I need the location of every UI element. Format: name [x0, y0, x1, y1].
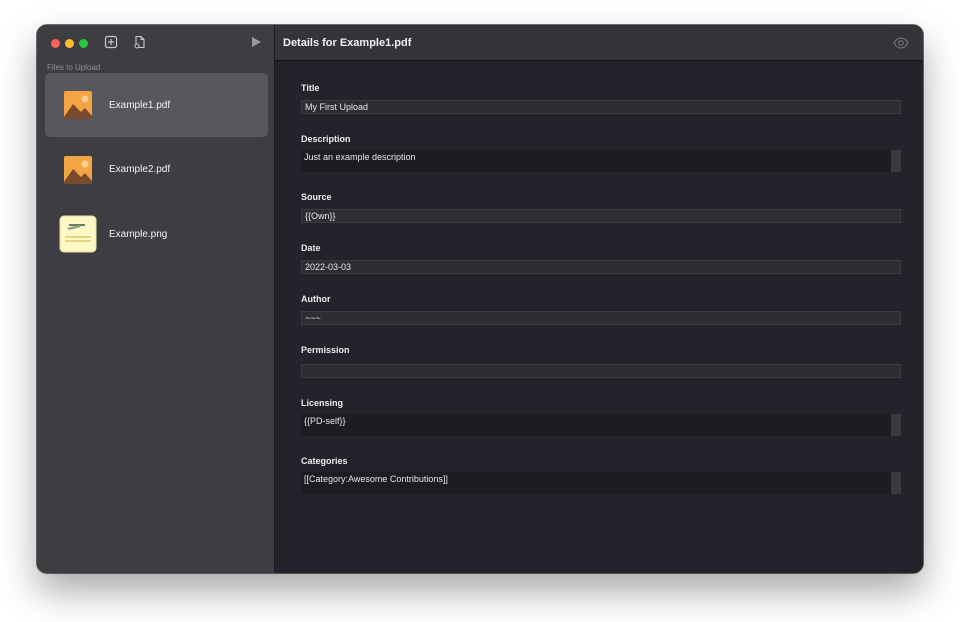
- details-header: Details for Example1.pdf: [275, 25, 923, 61]
- date-field[interactable]: 2022-03-03: [301, 260, 901, 274]
- licensing-text: {{PD-self}}: [304, 416, 346, 426]
- details-title: Details for Example1.pdf: [283, 37, 412, 49]
- title-field[interactable]: My First Upload: [301, 100, 901, 114]
- author-field[interactable]: ~~~: [301, 311, 901, 325]
- file-name: Example1.pdf: [109, 99, 171, 111]
- categories-label: Categories: [301, 456, 348, 466]
- source-label: Source: [301, 192, 332, 202]
- image-placeholder-icon: [59, 151, 97, 189]
- minimize-window-button[interactable]: [65, 39, 74, 48]
- date-label: Date: [301, 243, 321, 253]
- description-label: Description: [301, 134, 351, 144]
- file-item-example-png[interactable]: Example.png: [45, 202, 268, 266]
- licensing-label: Licensing: [301, 398, 344, 408]
- play-upload-icon[interactable]: [249, 35, 263, 49]
- source-field[interactable]: {{Own}}: [301, 209, 901, 223]
- categories-scrollbar[interactable]: [891, 472, 901, 494]
- zoom-window-button[interactable]: [79, 39, 88, 48]
- file-name: Example.png: [109, 228, 168, 240]
- file-name: Example2.pdf: [109, 164, 171, 175]
- files-section-label: Files to Upload: [47, 63, 101, 72]
- sidebar-toolbar: [37, 25, 274, 61]
- author-label: Author: [301, 294, 331, 304]
- categories-text: [[Category:Awesome Contributions]]: [304, 474, 448, 484]
- title-label: Title: [301, 83, 320, 93]
- eye-preview-icon[interactable]: [893, 36, 909, 50]
- permission-label: Permission: [301, 345, 350, 355]
- close-window-button[interactable]: [51, 39, 60, 48]
- categories-field[interactable]: [[Category:Awesome Contributions]]: [301, 472, 901, 494]
- description-scrollbar[interactable]: [891, 150, 901, 172]
- licensing-field[interactable]: {{PD-self}}: [301, 414, 901, 436]
- sidebar: Files to Upload Example1.pdf Example2.pd…: [37, 25, 275, 573]
- add-file-icon[interactable]: [104, 35, 118, 49]
- document-settings-icon[interactable]: [133, 35, 147, 49]
- file-list: Example1.pdf Example2.pdf Example.png: [45, 73, 268, 267]
- licensing-scrollbar[interactable]: [891, 414, 901, 436]
- details-form: Title My First Upload Description Just a…: [301, 82, 901, 494]
- permission-field[interactable]: [301, 364, 901, 378]
- sticky-note-thumbnail: [59, 215, 97, 253]
- details-panel: Details for Example1.pdf Title My First …: [275, 25, 923, 573]
- description-field[interactable]: Just an example description: [301, 150, 901, 172]
- description-text: Just an example description: [304, 152, 416, 162]
- file-item-example1-pdf[interactable]: Example1.pdf: [45, 73, 268, 137]
- image-placeholder-icon: [59, 86, 97, 124]
- app-window: Files to Upload Example1.pdf Example2.pd…: [37, 25, 923, 573]
- file-item-example2-pdf[interactable]: Example2.pdf: [45, 138, 268, 202]
